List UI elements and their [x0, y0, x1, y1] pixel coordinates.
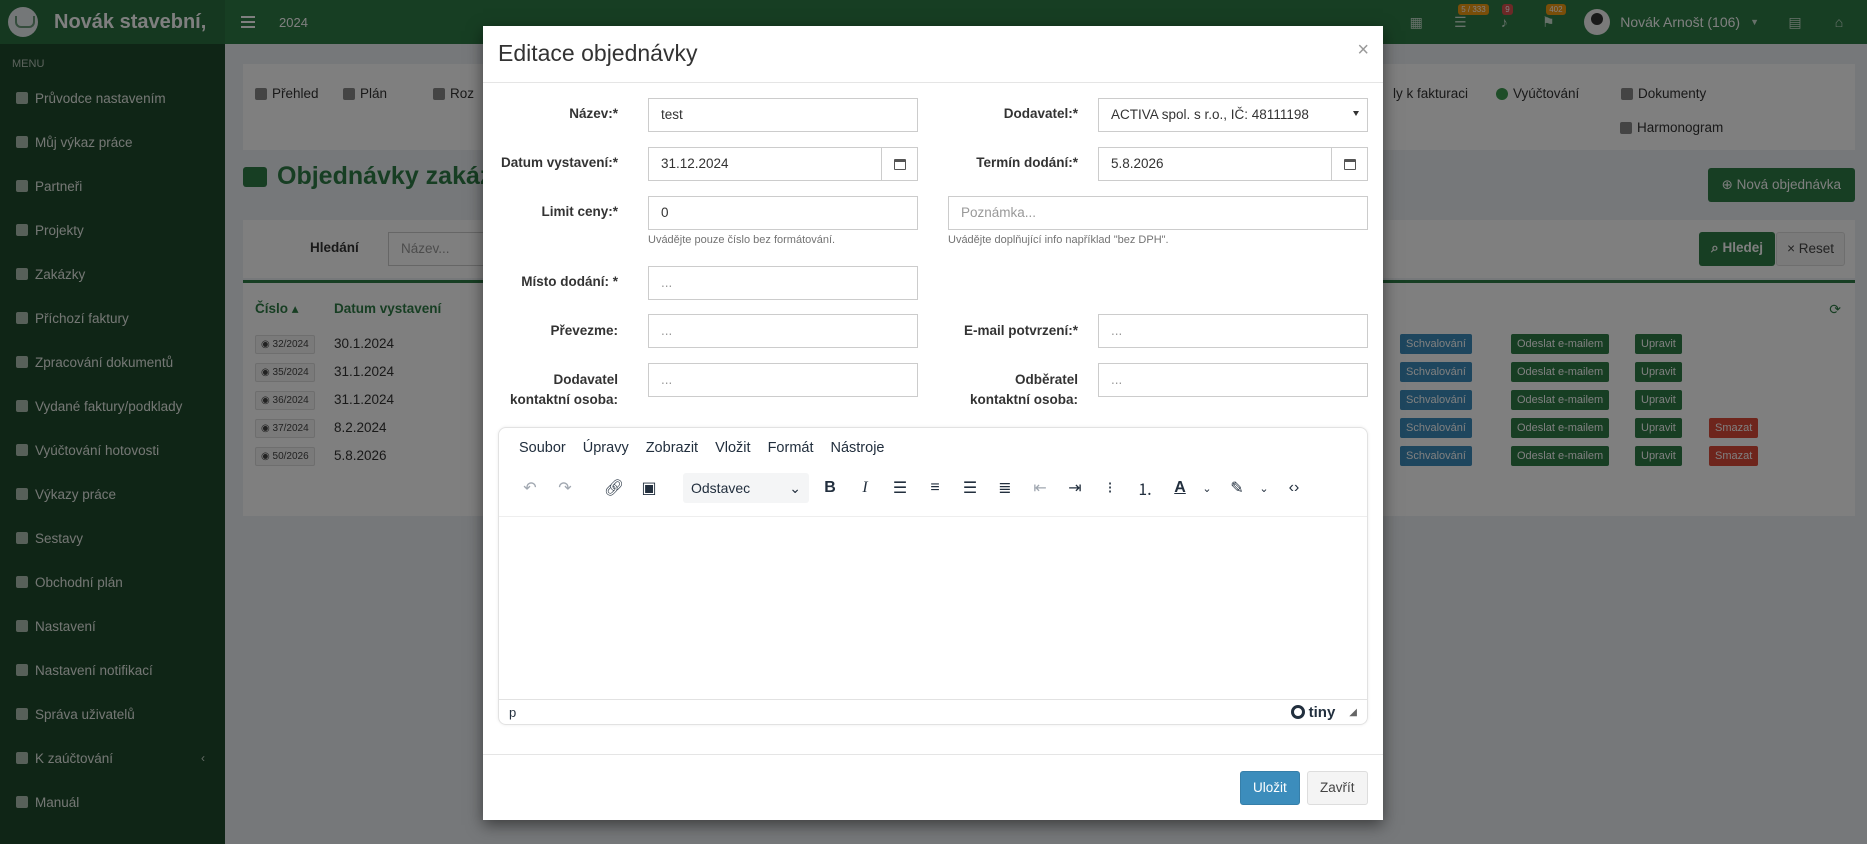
poznamka-help: Uvádějte doplňující info například "bez …	[948, 234, 1169, 246]
text-color-icon[interactable]: A	[1165, 473, 1195, 503]
editor-content-area[interactable]	[499, 516, 1367, 701]
undo-icon[interactable]: ↶	[515, 473, 545, 503]
bullet-list-icon[interactable]: ⁝	[1095, 473, 1125, 503]
redo-icon[interactable]: ↷	[550, 473, 580, 503]
editor-statusbar: p tiny ◢	[499, 699, 1367, 724]
label-line: kontaktní osoba:	[969, 392, 1078, 407]
link-icon[interactable]: 🔗︎	[599, 473, 629, 503]
outdent-icon[interactable]: ⇤	[1025, 473, 1055, 503]
align-left-icon[interactable]: ☰	[885, 473, 915, 503]
poznamka-input[interactable]: Poznámka...	[948, 196, 1368, 230]
nazev-input[interactable]: test	[648, 98, 918, 132]
calendar-icon	[1343, 158, 1356, 170]
editor-toolbar: ↶ ↷ 🔗︎ ▣ Odstavec ⌄ B I ☰ ≡ ☰ ≣ ⇤ ⇥ ⁝ ⒈ …	[499, 468, 1367, 508]
close-button[interactable]: Zavřít	[1307, 771, 1368, 805]
resize-handle-icon[interactable]: ◢	[1349, 707, 1357, 718]
chevron-down-icon: ⌄	[789, 479, 801, 496]
close-icon[interactable]: ×	[1357, 40, 1369, 60]
field-label-dodavatel-kontakt: Dodavatel kontaktní osoba:	[483, 370, 618, 410]
termin-dodani-calendar-button[interactable]	[1331, 147, 1368, 181]
dodavatel-select[interactable]: ACTIVA spol. s r.o., IČ: 48111198	[1098, 98, 1368, 132]
block-format-value: Odstavec	[691, 480, 751, 496]
align-center-icon[interactable]: ≡	[920, 473, 950, 503]
limit-ceny-input[interactable]: 0	[648, 196, 918, 230]
highlight-icon[interactable]: ✎	[1222, 473, 1252, 503]
dodavatel-selected-value: ACTIVA spol. s r.o., IČ: 48111198	[1111, 107, 1309, 122]
menu-nastroje[interactable]: Nástroje	[830, 440, 884, 456]
chevron-down-icon[interactable]: ⌄	[1200, 473, 1214, 503]
menu-soubor[interactable]: Soubor	[519, 440, 566, 456]
label-line: kontaktní osoba:	[509, 392, 618, 407]
save-button[interactable]: Uložit	[1240, 771, 1300, 805]
numbered-list-icon[interactable]: ⒈	[1130, 473, 1160, 503]
limit-ceny-help: Uvádějte pouze číslo bez formátování.	[648, 234, 836, 246]
dodavatel-kontakt-input[interactable]: ...	[648, 363, 918, 397]
tiny-logo-icon	[1290, 705, 1305, 719]
calendar-icon	[893, 158, 906, 170]
datum-vystaveni-input[interactable]: 31.12.2024	[648, 147, 882, 181]
rich-text-editor: Soubor Úpravy Zobrazit Vložit Formát Nás…	[498, 427, 1368, 725]
label-line: Odběratel	[1014, 372, 1078, 387]
field-label-termin-dodani: Termín dodání:*	[976, 155, 1078, 170]
field-label-prevezme: Převezme:	[550, 323, 618, 338]
misto-dodani-input[interactable]: ...	[648, 266, 918, 300]
menu-zobrazit[interactable]: Zobrazit	[646, 440, 698, 456]
field-label-nazev: Název:*	[569, 106, 618, 121]
odberatel-kontakt-input[interactable]: ...	[1098, 363, 1368, 397]
modal-title: Editace objednávky	[498, 40, 698, 66]
tiny-brand-text: tiny	[1308, 703, 1336, 721]
field-label-limit-ceny: Limit ceny:*	[541, 204, 618, 219]
modal-footer: Uložit Zavřít	[483, 754, 1383, 820]
menu-vlozit[interactable]: Vložit	[715, 440, 750, 456]
field-label-misto-dodani: Místo dodání: *	[521, 274, 618, 289]
chevron-down-icon[interactable]: ⌄	[1257, 473, 1271, 503]
menu-upravy[interactable]: Úpravy	[583, 440, 629, 456]
align-justify-icon[interactable]: ≣	[990, 473, 1020, 503]
field-label-datum-vystaveni: Datum vystavení:*	[500, 155, 618, 170]
chevron-down-icon	[1353, 111, 1359, 116]
editor-menubar: Soubor Úpravy Zobrazit Vložit Formát Nás…	[499, 428, 1367, 468]
field-label-email-potvrzeni: E-mail potvrzení:*	[963, 323, 1078, 338]
source-code-icon[interactable]: ‹›	[1279, 473, 1309, 503]
indent-icon[interactable]: ⇥	[1060, 473, 1090, 503]
edit-order-modal: Editace objednávky × Název:* test Dodava…	[483, 26, 1383, 820]
email-potvrzeni-input[interactable]: ...	[1098, 314, 1368, 348]
block-format-select[interactable]: Odstavec ⌄	[683, 473, 809, 503]
field-label-dodavatel: Dodavatel:*	[1003, 106, 1078, 121]
tiny-logo[interactable]: tiny	[1290, 703, 1336, 721]
prevezme-input[interactable]: ...	[648, 314, 918, 348]
image-icon[interactable]: ▣	[634, 473, 664, 503]
termin-dodani-input[interactable]: 5.8.2026	[1098, 147, 1332, 181]
menu-format[interactable]: Formát	[768, 440, 814, 456]
italic-icon[interactable]: I	[850, 473, 880, 503]
field-label-odberatel-kontakt: Odběratel kontaktní osoba:	[913, 370, 1078, 410]
bold-icon[interactable]: B	[815, 473, 845, 503]
modal-header: Editace objednávky ×	[483, 26, 1383, 83]
align-right-icon[interactable]: ☰	[955, 473, 985, 503]
label-line: Dodavatel	[553, 372, 618, 387]
element-path[interactable]: p	[509, 705, 516, 720]
